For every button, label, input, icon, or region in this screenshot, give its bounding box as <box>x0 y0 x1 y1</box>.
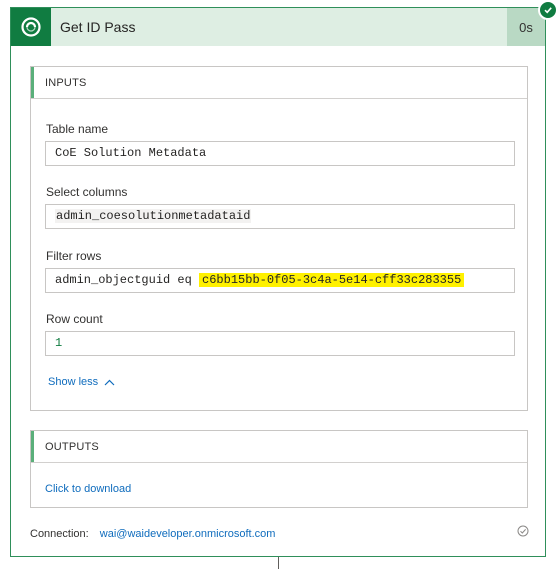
download-link[interactable]: Click to download <box>45 483 131 495</box>
outputs-section-title: OUTPUTS <box>45 441 99 453</box>
show-less-label: Show less <box>48 376 99 388</box>
dataverse-icon <box>11 8 51 46</box>
select-columns-field[interactable]: admin_coesolutionmetadataid <box>45 204 515 229</box>
inputs-section-header: INPUTS <box>31 67 527 99</box>
connection-check-icon <box>517 525 529 537</box>
action-card: Get ID Pass 0s INPUTS Table name CoE Sol… <box>10 7 546 557</box>
filter-rows-field[interactable]: admin_objectguid eq c6bb15bb-0f05-3c4a-5… <box>45 268 515 293</box>
filter-rows-label: Filter rows <box>46 249 102 263</box>
action-title: Get ID Pass <box>60 19 136 35</box>
table-name-label: Table name <box>46 122 109 136</box>
select-columns-value: admin_coesolutionmetadataid <box>55 209 252 223</box>
connection-row: Connection: wai@waideveloper.onmicrosoft… <box>30 528 275 540</box>
connection-label: Connection: <box>30 528 89 540</box>
show-less-link[interactable]: Show less <box>48 376 115 388</box>
inputs-section: INPUTS Table name CoE Solution Metadata … <box>30 66 528 411</box>
filter-rows-guid: c6bb15bb-0f05-3c4a-5e14-cff33c283355 <box>199 273 465 287</box>
outputs-section-header: OUTPUTS <box>31 431 527 463</box>
connection-account-link[interactable]: wai@waideveloper.onmicrosoft.com <box>100 528 276 540</box>
row-count-field[interactable]: 1 <box>45 331 515 356</box>
select-columns-label: Select columns <box>46 185 128 199</box>
action-header[interactable]: Get ID Pass 0s <box>11 8 545 46</box>
row-count-label: Row count <box>46 312 103 326</box>
filter-rows-prefix: admin_objectguid eq <box>55 273 192 287</box>
table-name-field[interactable]: CoE Solution Metadata <box>45 141 515 166</box>
success-check-icon <box>538 0 558 20</box>
row-count-value: 1 <box>55 336 63 350</box>
outputs-section: OUTPUTS Click to download <box>30 430 528 508</box>
inputs-section-title: INPUTS <box>45 77 87 89</box>
chevron-up-icon <box>104 379 115 385</box>
flow-connector-line <box>278 557 279 569</box>
table-name-value: CoE Solution Metadata <box>55 146 207 160</box>
